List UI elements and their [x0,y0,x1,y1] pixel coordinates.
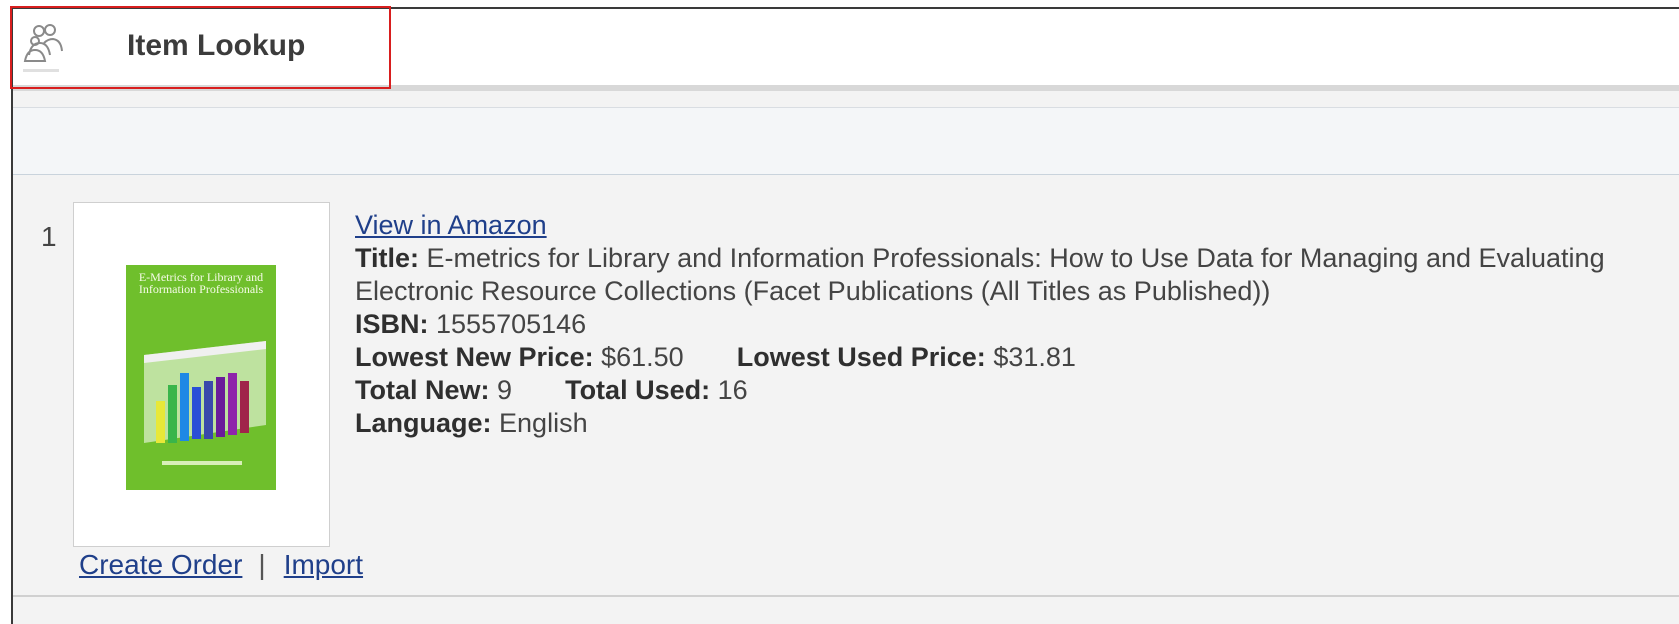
lowest-new-price-value: $61.50 [601,342,684,372]
users-icon [19,19,69,75]
create-order-link[interactable]: Create Order [79,549,242,580]
title-row: Title: E-metrics for Library and Informa… [355,242,1679,308]
toolbar [13,107,1679,175]
view-in-amazon-link[interactable]: View in Amazon [355,210,547,240]
price-row: Lowest New Price: $61.50 Lowest Used Pri… [355,341,1679,374]
page-title: Item Lookup [127,29,306,62]
isbn-label: ISBN: [355,309,429,339]
title-label: Title: [355,243,420,273]
book-cover-image: E-Metrics for Library and Information Pr… [126,265,276,490]
total-used-label: Total Used: [565,375,711,405]
bottom-divider [13,595,1679,597]
isbn-row: ISBN: 1555705146 [355,308,1679,341]
result-actions: Create Order | Import [79,549,363,581]
total-used-value: 16 [717,375,748,405]
language-row: Language: English [355,407,1679,440]
result-number: 1 [41,221,57,252]
language-value: English [499,408,588,438]
lowest-new-price-label: Lowest New Price: [355,342,594,372]
page-header: Item Lookup [13,9,1679,85]
language-label: Language: [355,408,492,438]
total-new-label: Total New: [355,375,490,405]
title-value: E-metrics for Library and Information Pr… [355,243,1605,306]
lowest-used-price-label: Lowest Used Price: [736,342,986,372]
header-divider [13,85,1679,91]
lowest-used-price-value: $31.81 [993,342,1076,372]
item-lookup-panel: Item Lookup 1 E-Metrics for Library and … [11,7,1679,624]
item-details: View in Amazon Title: E-metrics for Libr… [355,209,1679,440]
import-link[interactable]: Import [284,549,363,580]
action-separator: | [258,549,266,580]
isbn-value: 1555705146 [436,309,587,339]
total-new-value: 9 [497,375,513,405]
cover-thumbnail[interactable]: E-Metrics for Library and Information Pr… [73,202,330,547]
totals-row: Total New: 9 Total Used: 16 [355,374,1679,407]
